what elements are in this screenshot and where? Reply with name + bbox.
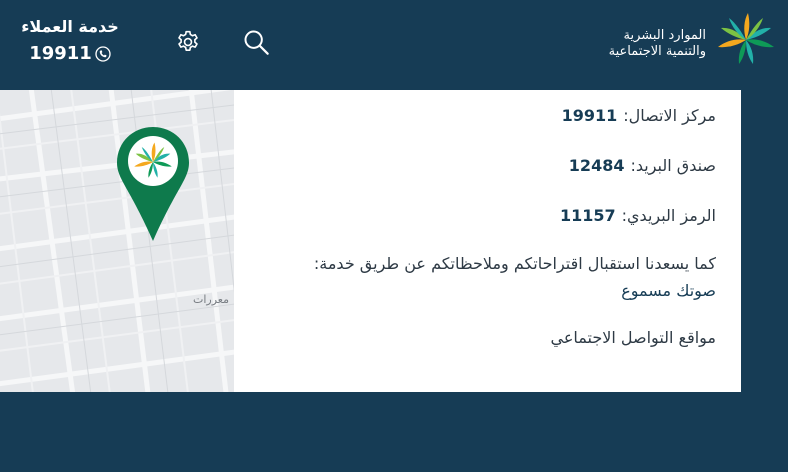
postal-code-row: الرمز البريدي: 11157 xyxy=(248,204,716,228)
ministry-logo[interactable]: الموارد البشرية والتنمية الاجتماعية xyxy=(609,10,784,74)
customer-service-phone[interactable]: 19911 xyxy=(14,40,126,68)
call-center-label: مركز الاتصال: xyxy=(623,106,716,125)
social-media-title: مواقع التواصل الاجتماعي xyxy=(550,328,716,347)
postal-code-value: 11157 xyxy=(559,206,616,225)
postal-code-label: الرمز البريدي: xyxy=(621,206,716,225)
palm-logo-icon xyxy=(718,13,774,64)
customer-service-number: 19911 xyxy=(29,43,92,64)
po-box-label: صندق البريد: xyxy=(630,156,716,175)
customer-service[interactable]: خدمة العملاء 19911 xyxy=(14,14,126,68)
call-center-value[interactable]: 19911 xyxy=(562,106,618,125)
search-icon[interactable] xyxy=(242,28,270,56)
suggestions-text: كما يسعدنا استقبال اقتراحاتكم وملاحظاتكم… xyxy=(313,254,716,273)
location-map[interactable]: معررات xyxy=(0,90,234,392)
po-box-row: صندق البريد: 12484 xyxy=(248,154,716,178)
call-center-row: مركز الاتصال: 19911 xyxy=(248,104,716,128)
map-pin-icon[interactable] xyxy=(114,125,192,243)
logo-line-2: والتنمية الاجتماعية xyxy=(608,44,706,59)
contact-info-panel: مركز الاتصال: 19911 صندق البريد: 12484 الر… xyxy=(234,90,741,392)
suggestions-paragraph: كما يسعدنا استقبال اقتراحاتكم وملاحظاتكم… xyxy=(248,250,716,304)
map-place-label: معررات xyxy=(193,293,229,306)
logo-text: الموارد البشرية والتنمية الاجتماعية xyxy=(609,28,706,60)
po-box-value: 12484 xyxy=(568,156,625,175)
customer-service-title: خدمة العملاء xyxy=(21,17,119,36)
site-header: خدمة العملاء 19911 الموارد البشرية والتن… xyxy=(0,0,788,90)
logo-line-1: الموارد البشرية xyxy=(623,28,706,43)
sawtak-link[interactable]: صوتك مسموع xyxy=(248,277,716,304)
phone-icon xyxy=(95,46,111,62)
gear-icon[interactable] xyxy=(175,29,201,55)
